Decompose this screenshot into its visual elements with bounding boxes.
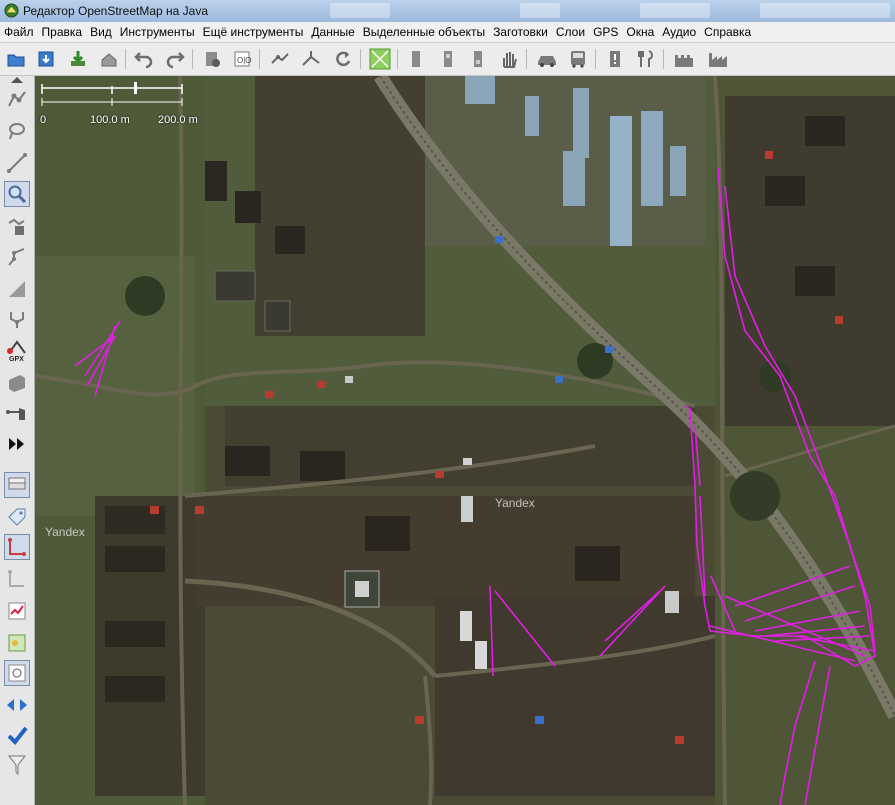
- bus-stop-icon[interactable]: [436, 47, 460, 71]
- menu-windows[interactable]: Окна: [622, 22, 658, 42]
- menu-presets[interactable]: Заготовки: [489, 22, 552, 42]
- notes-icon[interactable]: [4, 660, 30, 686]
- svg-text:O|O: O|O: [237, 56, 252, 65]
- toolbar-separator: [360, 49, 361, 69]
- castle-icon[interactable]: [672, 47, 696, 71]
- toolbar-separator: [192, 49, 193, 69]
- redo-icon[interactable]: [163, 47, 187, 71]
- upload-icon[interactable]: [97, 47, 121, 71]
- toolbar-separator: [526, 49, 527, 69]
- main-toolbar: O|O: [0, 43, 895, 76]
- scale-label-start: 0: [40, 114, 47, 126]
- preferences-icon[interactable]: [200, 47, 224, 71]
- toolbar-separator: [125, 49, 126, 69]
- info-icon[interactable]: [603, 47, 627, 71]
- expand-icon[interactable]: [4, 431, 30, 457]
- menu-selection[interactable]: Выделенные объекты: [359, 22, 489, 42]
- parking-icon[interactable]: [404, 47, 428, 71]
- split-way-icon[interactable]: [299, 47, 323, 71]
- lasso-icon[interactable]: [4, 118, 30, 144]
- validator-icon[interactable]: [4, 598, 30, 624]
- tags-icon[interactable]: [4, 504, 30, 530]
- download-icon[interactable]: [66, 47, 90, 71]
- left-tool-sidebar: GPX: [0, 76, 35, 805]
- area-icon[interactable]: [4, 370, 30, 396]
- menu-gps[interactable]: GPS: [589, 22, 622, 42]
- parallel-icon[interactable]: [4, 276, 30, 302]
- industrial-icon[interactable]: [706, 47, 730, 71]
- gpx-icon[interactable]: GPX: [4, 338, 30, 364]
- toolbar-separator: [595, 49, 596, 69]
- tag-presets-icon[interactable]: O|O: [230, 47, 254, 71]
- select-icon[interactable]: [4, 86, 30, 112]
- title-bar: Редактор OpenStreetMap на Java: [0, 0, 895, 23]
- map-view[interactable]: Yandex Yandex 0 100.0 m 200.0 m: [35, 76, 895, 805]
- scale-label-end: 200.0 m: [158, 114, 198, 126]
- draw-icon[interactable]: [4, 150, 30, 176]
- filter-icon[interactable]: [4, 692, 30, 718]
- menu-more-tools[interactable]: Ещё инструменты: [199, 22, 308, 42]
- background-tab: [640, 3, 710, 18]
- imagery-icon[interactable]: [368, 47, 392, 71]
- menu-tools[interactable]: Инструменты: [116, 22, 199, 42]
- background-tab: [760, 3, 890, 18]
- toolbar-separator: [397, 49, 398, 69]
- car-icon[interactable]: [535, 47, 559, 71]
- layers-icon[interactable]: [4, 472, 30, 498]
- hand-icon[interactable]: [497, 47, 521, 71]
- relations-icon[interactable]: [4, 534, 30, 560]
- delete-icon[interactable]: [4, 213, 30, 239]
- menu-edit[interactable]: Правка: [38, 22, 87, 42]
- menu-audio[interactable]: Аудио: [658, 22, 700, 42]
- menu-layers[interactable]: Слои: [552, 22, 589, 42]
- menu-view[interactable]: Вид: [86, 22, 116, 42]
- open-file-icon[interactable]: [4, 47, 28, 71]
- funnel-icon[interactable]: [4, 752, 30, 778]
- save-icon[interactable]: [34, 47, 58, 71]
- imagery-watermark: Yandex: [45, 525, 85, 539]
- restaurant-icon[interactable]: [634, 47, 658, 71]
- window-title: Редактор OpenStreetMap на Java: [23, 4, 209, 18]
- menu-bar: Файл Правка Вид Инструменты Ещё инструме…: [0, 22, 895, 43]
- imagery-watermark: Yandex: [495, 496, 535, 510]
- conflict-icon[interactable]: [4, 630, 30, 656]
- checkmark-icon[interactable]: [4, 722, 30, 748]
- scale-label-middle: 100.0 m: [90, 114, 130, 126]
- barrier-icon[interactable]: [466, 47, 490, 71]
- gps-track-layer: [74, 167, 876, 805]
- bus-icon[interactable]: [566, 47, 590, 71]
- menu-file[interactable]: Файл: [0, 22, 38, 42]
- background-tab: [520, 3, 560, 18]
- scroll-up-icon[interactable]: [4, 76, 30, 84]
- nodes-icon[interactable]: [4, 401, 30, 427]
- split-icon[interactable]: [4, 307, 30, 333]
- menu-help[interactable]: Справка: [700, 22, 755, 42]
- scale-ruler: [41, 82, 183, 106]
- undo-icon[interactable]: [132, 47, 156, 71]
- combine-way-icon[interactable]: [268, 47, 292, 71]
- toolbar-separator: [259, 49, 260, 69]
- map-scale-bar: 0 100.0 m 200.0 m: [40, 82, 200, 126]
- history-icon[interactable]: [4, 566, 30, 592]
- zoom-icon[interactable]: [4, 181, 30, 207]
- toolbar-separator: [663, 49, 664, 69]
- menu-data[interactable]: Данные: [307, 22, 358, 42]
- svg-text:GPX: GPX: [9, 356, 24, 363]
- improve-way-icon[interactable]: [4, 244, 30, 270]
- reload-icon[interactable]: [331, 47, 355, 71]
- background-tab: [330, 3, 390, 18]
- josm-app-icon: [4, 3, 19, 18]
